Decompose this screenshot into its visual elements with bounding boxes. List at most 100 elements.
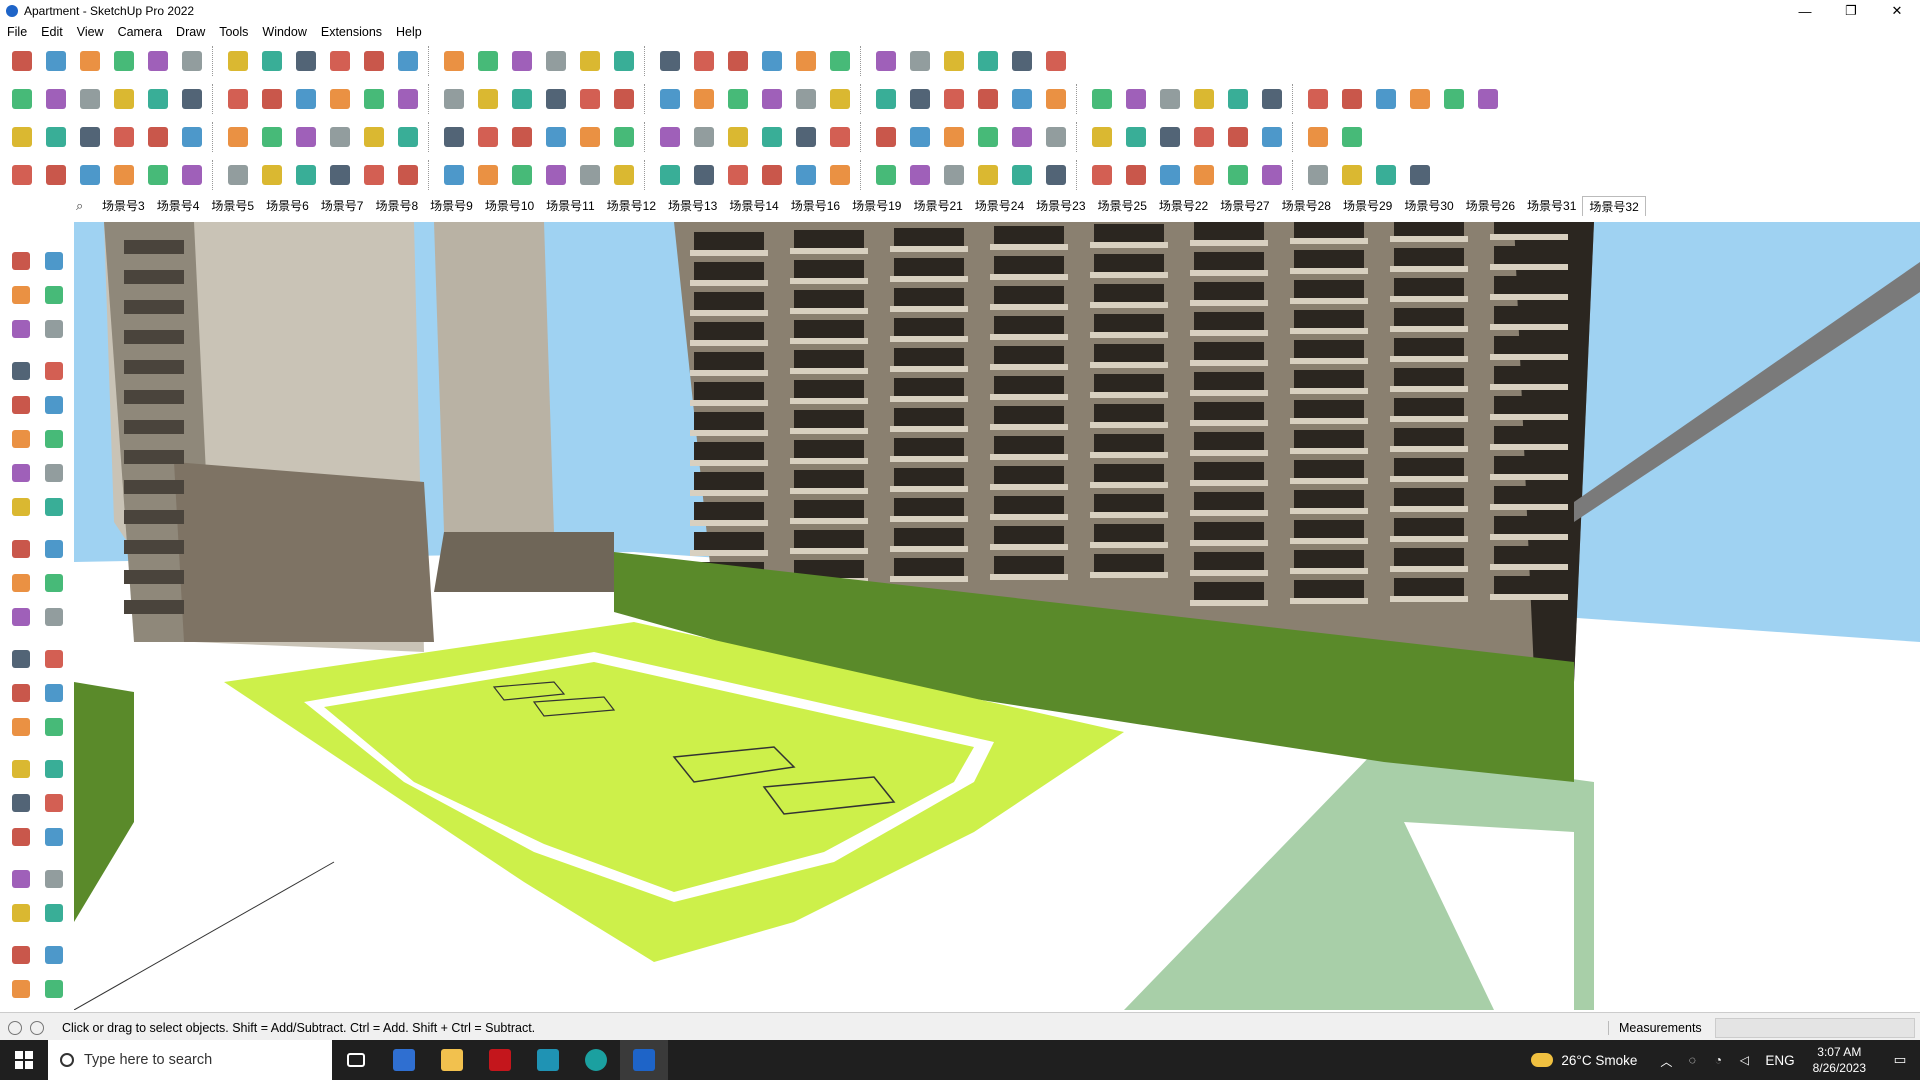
volume-icon[interactable]: ◁ — [1736, 1053, 1752, 1067]
scene-tab[interactable]: 场景号30 — [1398, 196, 1459, 216]
tool-2-8-icon[interactable] — [256, 83, 288, 115]
tool-2-30-icon[interactable] — [1040, 83, 1072, 115]
tool-4-17-icon[interactable] — [574, 159, 606, 191]
tool-2-11-icon[interactable] — [358, 83, 390, 115]
tool-3-2-icon[interactable] — [40, 121, 72, 153]
tool-4-40-icon[interactable] — [1404, 159, 1436, 191]
tool-2-17-icon[interactable] — [574, 83, 606, 115]
tool-4-18-icon[interactable] — [608, 159, 640, 191]
calculator-icon[interactable] — [380, 1040, 428, 1080]
tool-3-17-icon[interactable] — [574, 121, 606, 153]
wifi-icon[interactable]: ◔ — [1710, 1053, 1726, 1067]
tool-1-12-icon[interactable] — [392, 45, 424, 77]
tool-3-24-icon[interactable] — [824, 121, 856, 153]
follow-me-icon[interactable] — [37, 567, 70, 599]
tool-2-29-icon[interactable] — [1006, 83, 1038, 115]
tool-3-36-icon[interactable] — [1256, 121, 1288, 153]
tool-1-19-icon[interactable] — [654, 45, 686, 77]
tool-3-5-icon[interactable] — [142, 121, 174, 153]
zoom-extents-icon[interactable] — [4, 821, 37, 853]
tool-1-15-icon[interactable] — [506, 45, 538, 77]
tool-4-21-icon[interactable] — [722, 159, 754, 191]
tool-3-14-icon[interactable] — [472, 121, 504, 153]
tool-3-20-icon[interactable] — [688, 121, 720, 153]
scene-tab[interactable]: 场景号28 — [1276, 196, 1337, 216]
tool-3-9-icon[interactable] — [290, 121, 322, 153]
tool-3-13-icon[interactable] — [438, 121, 470, 153]
tool-3-26-icon[interactable] — [904, 121, 936, 153]
network-icon[interactable]: ◌ — [1684, 1053, 1700, 1067]
tool-1-29-icon[interactable] — [1006, 45, 1038, 77]
tape-icon[interactable] — [37, 313, 70, 345]
scene-search-icon[interactable]: ⌕ — [76, 198, 96, 214]
tool-3-11-icon[interactable] — [358, 121, 390, 153]
tool-2-28-icon[interactable] — [972, 83, 1004, 115]
pie-icon[interactable] — [4, 491, 37, 523]
axes-icon[interactable] — [4, 711, 37, 743]
language-indicator[interactable]: ENG — [1765, 1053, 1794, 1068]
tool-3-34-icon[interactable] — [1188, 121, 1220, 153]
scene-tab[interactable]: 场景号27 — [1214, 196, 1275, 216]
zoom-icon[interactable] — [4, 787, 37, 819]
tool-4-25-icon[interactable] — [870, 159, 902, 191]
tool-1-24-icon[interactable] — [824, 45, 856, 77]
previous-icon[interactable] — [37, 821, 70, 853]
tool-4-6-icon[interactable] — [176, 159, 208, 191]
tool-2-1-icon[interactable] — [6, 83, 38, 115]
tool-4-33-icon[interactable] — [1154, 159, 1186, 191]
tool-3-35-icon[interactable] — [1222, 121, 1254, 153]
menu-view[interactable]: View — [70, 25, 111, 39]
tool-4-1-icon[interactable] — [6, 159, 38, 191]
tool-4-39-icon[interactable] — [1370, 159, 1402, 191]
tool-4-2-icon[interactable] — [40, 159, 72, 191]
scene-tab[interactable]: 场景号16 — [785, 196, 846, 216]
notification-center-icon[interactable]: ▭ — [1880, 1040, 1920, 1080]
teams-icon[interactable] — [524, 1040, 572, 1080]
tool-1-9-icon[interactable] — [290, 45, 322, 77]
tool-3-37-icon[interactable] — [1302, 121, 1334, 153]
tool-1-8-icon[interactable] — [256, 45, 288, 77]
tool-4-22-icon[interactable] — [756, 159, 788, 191]
tool-2-18-icon[interactable] — [608, 83, 640, 115]
tool-3-10-icon[interactable] — [324, 121, 356, 153]
scene-tab[interactable]: 场景号3 — [96, 196, 151, 216]
scene-tab[interactable]: 场景号24 — [969, 196, 1030, 216]
tool-4-24-icon[interactable] — [824, 159, 856, 191]
tool-4-8-icon[interactable] — [256, 159, 288, 191]
tool-4-7-icon[interactable] — [222, 159, 254, 191]
rotated-rectangle-icon[interactable] — [37, 389, 70, 421]
clock[interactable]: 3:07 AM 8/26/2023 — [1813, 1044, 1866, 1076]
menu-edit[interactable]: Edit — [34, 25, 70, 39]
tool-2-34-icon[interactable] — [1188, 83, 1220, 115]
tool-2-14-icon[interactable] — [472, 83, 504, 115]
tool-2-7-icon[interactable] — [222, 83, 254, 115]
tool-4-28-icon[interactable] — [972, 159, 1004, 191]
tool-2-19-icon[interactable] — [654, 83, 686, 115]
dimension-icon[interactable] — [37, 643, 70, 675]
geolocation-icon[interactable] — [8, 1020, 22, 1035]
section-plane-icon[interactable] — [4, 939, 37, 971]
scene-tab[interactable]: 场景号25 — [1092, 196, 1153, 216]
footprints-icon[interactable] — [4, 897, 37, 929]
tool-4-20-icon[interactable] — [688, 159, 720, 191]
polygon-icon[interactable] — [37, 423, 70, 455]
tool-1-5-icon[interactable] — [142, 45, 174, 77]
arc-2pt-icon[interactable] — [37, 457, 70, 489]
scale-icon[interactable] — [4, 601, 37, 633]
tool-2-33-icon[interactable] — [1154, 83, 1186, 115]
sketchup-icon[interactable] — [620, 1040, 668, 1080]
tool-2-6-icon[interactable] — [176, 83, 208, 115]
tool-3-3-icon[interactable] — [74, 121, 106, 153]
scene-tab[interactable]: 场景号13 — [662, 196, 723, 216]
tool-4-11-icon[interactable] — [358, 159, 390, 191]
orbit-icon[interactable] — [37, 245, 70, 277]
tool-1-23-icon[interactable] — [790, 45, 822, 77]
scene-tab[interactable]: 场景号12 — [601, 196, 662, 216]
minimize-button[interactable]: — — [1782, 0, 1828, 22]
scene-tab[interactable]: 场景号22 — [1153, 196, 1214, 216]
tool-3-25-icon[interactable] — [870, 121, 902, 153]
show-hidden-icons-icon[interactable]: ︿ — [1658, 1053, 1674, 1069]
rotate-icon[interactable] — [4, 567, 37, 599]
tool-2-16-icon[interactable] — [540, 83, 572, 115]
tool-4-10-icon[interactable] — [324, 159, 356, 191]
